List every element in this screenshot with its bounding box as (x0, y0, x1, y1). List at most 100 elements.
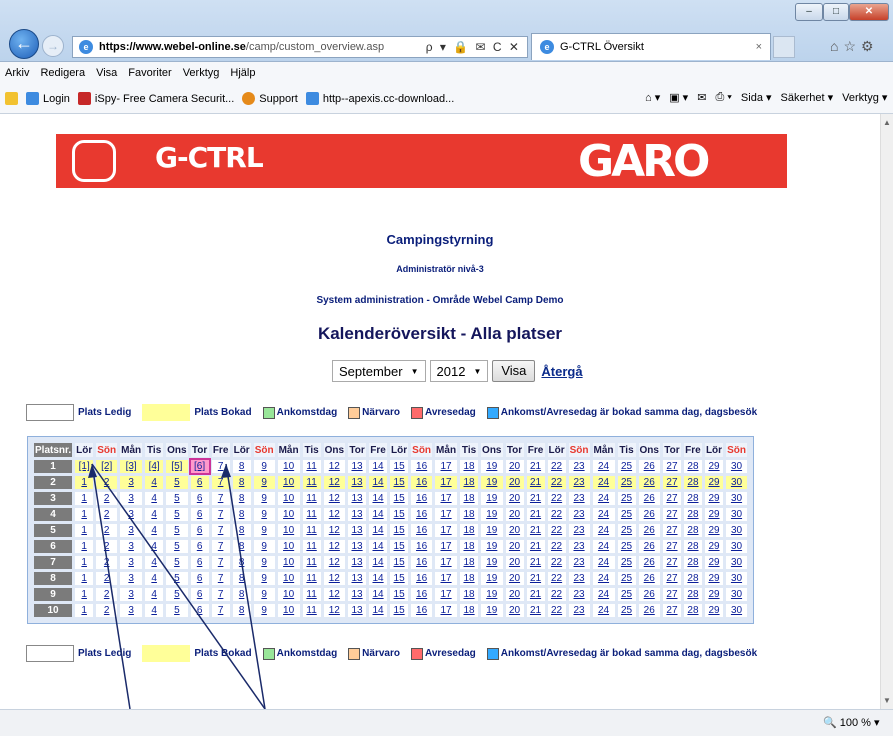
day-link[interactable]: 29 (708, 493, 719, 504)
day-link[interactable]: 2 (104, 605, 110, 616)
command-security[interactable]: Säkerhet ▾ (781, 91, 834, 104)
day-link[interactable]: 1 (81, 509, 87, 520)
day-link[interactable]: 27 (666, 477, 677, 488)
day-link[interactable]: 7 (218, 477, 224, 488)
day-link[interactable]: [2] (101, 461, 112, 472)
day-link[interactable]: 3 (128, 573, 134, 584)
day-link[interactable]: 11 (306, 589, 316, 600)
day-link[interactable]: 12 (329, 557, 340, 568)
day-link[interactable]: 5 (174, 589, 180, 600)
day-link[interactable]: 18 (463, 525, 474, 536)
day-link[interactable]: 7 (218, 557, 224, 568)
day-link[interactable]: 15 (394, 589, 405, 600)
day-link[interactable]: 19 (486, 541, 497, 552)
day-link[interactable]: 13 (351, 477, 362, 488)
new-tab-button[interactable] (773, 36, 795, 58)
day-link[interactable]: 26 (644, 605, 655, 616)
menu-item[interactable]: Verktyg (183, 67, 220, 79)
day-link[interactable]: 18 (463, 477, 474, 488)
day-link[interactable]: 10 (283, 605, 294, 616)
day-link[interactable]: 7 (218, 493, 224, 504)
day-link[interactable]: 18 (463, 493, 474, 504)
day-link[interactable]: 24 (598, 493, 609, 504)
day-link[interactable]: 29 (708, 573, 719, 584)
day-link[interactable]: 27 (666, 493, 677, 504)
day-link[interactable]: 3 (128, 541, 134, 552)
day-link[interactable]: 12 (329, 461, 340, 472)
favorite-apexis[interactable]: http--apexis.cc-download... (305, 92, 454, 105)
day-link[interactable]: 21 (530, 605, 541, 616)
day-link[interactable]: 5 (174, 493, 180, 504)
day-link[interactable]: 17 (440, 525, 451, 536)
day-link[interactable]: 27 (666, 541, 677, 552)
day-link[interactable]: 30 (731, 557, 742, 568)
day-link[interactable]: 6 (197, 477, 203, 488)
day-link[interactable]: 18 (463, 573, 474, 584)
day-link[interactable]: 18 (463, 557, 474, 568)
day-link[interactable]: 13 (351, 525, 362, 536)
day-link[interactable]: 15 (394, 461, 405, 472)
day-link[interactable]: 30 (731, 541, 742, 552)
day-link[interactable]: 9 (261, 461, 267, 472)
day-link[interactable]: 22 (551, 509, 562, 520)
day-link[interactable]: 8 (239, 477, 245, 488)
day-link[interactable]: 17 (440, 541, 451, 552)
day-link[interactable]: 15 (394, 557, 405, 568)
day-link[interactable]: 2 (104, 573, 110, 584)
day-link[interactable]: 20 (509, 477, 520, 488)
day-link[interactable]: 15 (394, 493, 405, 504)
visa-button[interactable]: Visa (492, 360, 536, 382)
day-link[interactable]: 8 (239, 509, 245, 520)
day-link[interactable]: 13 (351, 461, 362, 472)
day-link[interactable]: 10 (283, 541, 294, 552)
day-link[interactable]: 19 (486, 557, 497, 568)
day-link[interactable]: 17 (440, 493, 451, 504)
day-link[interactable]: 23 (573, 573, 584, 584)
menu-item[interactable]: Visa (96, 67, 117, 79)
day-link[interactable]: 6 (197, 493, 203, 504)
day-link[interactable]: 14 (372, 477, 383, 488)
day-link[interactable]: [5] (171, 461, 182, 472)
day-link[interactable]: 10 (283, 525, 294, 536)
favorite-ispy[interactable]: iSpy- Free Camera Securit... (77, 92, 234, 105)
day-link[interactable]: 13 (351, 557, 362, 568)
day-link[interactable]: 28 (687, 461, 698, 472)
menu-item[interactable]: Hjälp (230, 67, 255, 79)
day-link[interactable]: 1 (81, 605, 87, 616)
day-link[interactable]: 11 (306, 493, 316, 504)
close-button[interactable]: ✕ (849, 3, 889, 21)
day-link[interactable]: 5 (174, 525, 180, 536)
day-link[interactable]: 23 (573, 477, 584, 488)
favorite-support[interactable]: Support (242, 92, 298, 105)
day-link[interactable]: 2 (104, 589, 110, 600)
day-link[interactable]: 23 (573, 589, 584, 600)
day-link[interactable]: 27 (666, 509, 677, 520)
day-link[interactable]: 5 (174, 557, 180, 568)
day-link[interactable]: 27 (666, 605, 677, 616)
day-link[interactable]: 18 (463, 461, 474, 472)
day-link[interactable]: 18 (463, 509, 474, 520)
day-link[interactable]: 13 (351, 573, 362, 584)
day-link[interactable]: 30 (731, 525, 742, 536)
day-link[interactable]: 29 (708, 605, 719, 616)
day-link[interactable]: 14 (372, 557, 383, 568)
day-link[interactable]: 10 (283, 477, 294, 488)
day-link[interactable]: 25 (621, 461, 632, 472)
day-link[interactable]: 21 (530, 525, 541, 536)
day-link[interactable]: 17 (440, 605, 451, 616)
day-link[interactable]: 5 (174, 477, 180, 488)
day-link[interactable]: 3 (128, 605, 134, 616)
day-link[interactable]: 16 (416, 477, 427, 488)
day-link[interactable]: 28 (687, 605, 698, 616)
day-link[interactable]: 26 (644, 493, 655, 504)
day-link[interactable]: 30 (731, 509, 742, 520)
day-link[interactable]: 30 (731, 461, 742, 472)
day-link[interactable]: 26 (644, 525, 655, 536)
day-link[interactable]: 1 (81, 493, 87, 504)
day-link[interactable]: 29 (708, 557, 719, 568)
minimize-button[interactable]: – (795, 3, 823, 21)
day-link[interactable]: 5 (174, 541, 180, 552)
day-link[interactable]: 23 (573, 605, 584, 616)
day-link[interactable]: 26 (644, 573, 655, 584)
day-link[interactable]: 23 (573, 541, 584, 552)
